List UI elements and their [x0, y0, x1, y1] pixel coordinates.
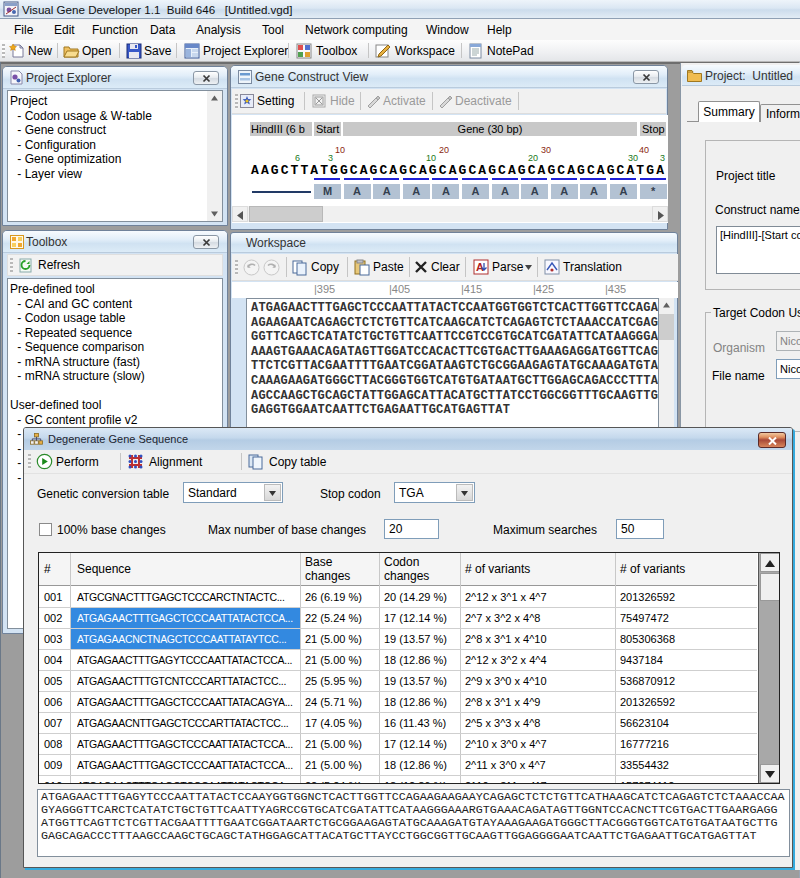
svg-text:A: A	[476, 261, 484, 273]
